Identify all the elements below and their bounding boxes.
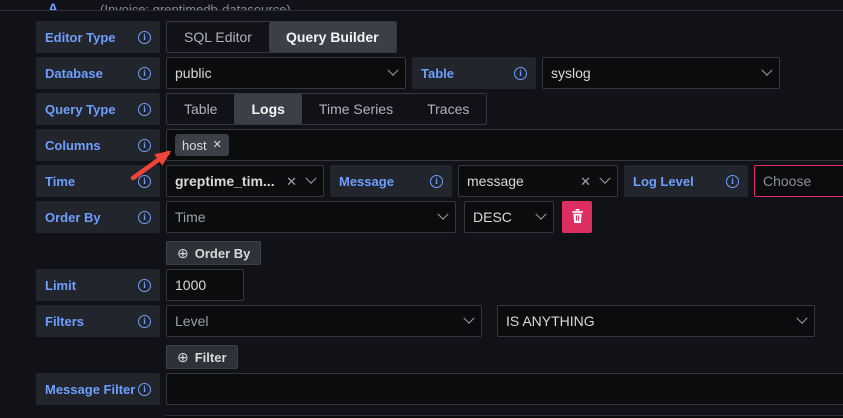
chevron-down-icon [761,65,772,76]
plus-circle-icon: ⊕ [177,349,189,366]
chevron-down-icon [437,209,448,220]
database-label: Database i [36,57,160,89]
log-level-label: Log Level i [624,165,748,197]
info-icon[interactable]: i [430,175,443,188]
columns-row: Columns i host ✕ [36,129,843,161]
column-tag-host: host ✕ [175,134,229,156]
order-by-label: Order By i [36,201,160,233]
info-icon[interactable]: i [138,67,151,80]
query-type-toggle: Table Logs Time Series Traces [166,93,487,125]
clear-icon[interactable]: ✕ [286,175,297,188]
table-label: Table i [412,57,536,89]
message-filter-row: Message Filter i [36,373,843,405]
editor-type-row: Editor Type i SQL Editor Query Builder [36,21,843,53]
add-order-by-button[interactable]: ⊕ Order By [166,241,261,265]
info-icon[interactable]: i [138,175,151,188]
editor-type-toggle: SQL Editor Query Builder [166,21,397,53]
chevron-down-icon [796,313,807,324]
time-label: Time i [36,165,160,197]
filters-row: Filters i Level IS ANYTHING [36,305,843,337]
query-ref-id: A [48,0,58,11]
delete-order-by-button[interactable] [562,201,592,233]
clear-icon[interactable]: ✕ [580,175,591,188]
info-icon[interactable]: i [726,175,739,188]
add-order-by-row: ⊕ Order By [166,241,843,265]
info-icon[interactable]: i [138,31,151,44]
info-icon[interactable]: i [138,315,151,328]
time-row: Time i greptime_tim... ✕ Message i messa… [36,165,843,197]
info-icon[interactable]: i [138,279,151,292]
message-label: Message i [330,165,452,197]
info-icon[interactable]: i [138,383,151,396]
info-icon[interactable]: i [138,139,151,152]
add-filter-row: ⊕ Filter [166,345,843,369]
query-type-time-series[interactable]: Time Series [302,94,410,124]
message-filter-input[interactable] [175,381,835,397]
query-type-table[interactable]: Table [167,94,234,124]
table-select[interactable]: syslog [542,57,780,89]
remove-tag-icon[interactable]: ✕ [213,140,222,151]
log-level-select[interactable]: Choose [754,165,843,197]
order-by-field-select[interactable]: Time [166,201,456,233]
sql-editor-option[interactable]: SQL Editor [167,22,269,52]
database-row: Database i public Table i syslog [36,57,843,89]
filters-label: Filters i [36,305,160,337]
add-filter-button[interactable]: ⊕ Filter [166,345,238,369]
chevron-down-icon [387,65,398,76]
info-icon[interactable]: i [138,103,151,116]
query-row-header: A (Invoice: greptimedb-datasource) [0,0,843,11]
chevron-down-icon [535,209,546,220]
limit-input-wrap [166,269,244,301]
order-by-row: Order By i Time DESC [36,201,843,233]
database-select[interactable]: public [166,57,406,89]
plus-circle-icon: ⊕ [177,245,189,262]
chevron-down-icon [599,173,610,184]
filter-field-select[interactable]: Level [166,305,482,337]
query-editor: A (Invoice: greptimedb-datasource) Edito… [0,0,843,418]
message-column-select[interactable]: message ✕ [458,165,618,197]
limit-row: Limit i [36,269,843,301]
filter-operator-select[interactable]: IS ANYTHING [497,305,815,337]
editor-type-label: Editor Type i [36,21,160,53]
query-type-traces[interactable]: Traces [410,94,486,124]
order-direction-select[interactable]: DESC [464,201,554,233]
limit-label: Limit i [36,269,160,301]
limit-input[interactable] [175,277,235,293]
datasource-name: (Invoice: greptimedb-datasource) [100,2,291,11]
query-type-row: Query Type i Table Logs Time Series Trac… [36,93,843,125]
time-column-select[interactable]: greptime_tim... ✕ [166,165,324,197]
query-type-logs[interactable]: Logs [234,94,301,124]
info-icon[interactable]: i [138,211,151,224]
info-icon[interactable]: i [514,67,527,80]
query-type-label: Query Type i [36,93,160,125]
message-filter-input-wrap [166,373,843,405]
chevron-down-icon [305,173,316,184]
trash-icon [571,209,584,226]
message-filter-label: Message Filter i [36,373,160,405]
columns-label: Columns i [36,129,160,161]
query-builder-option[interactable]: Query Builder [269,22,396,52]
columns-multiselect[interactable]: host ✕ [166,129,843,161]
chevron-down-icon [463,313,474,324]
